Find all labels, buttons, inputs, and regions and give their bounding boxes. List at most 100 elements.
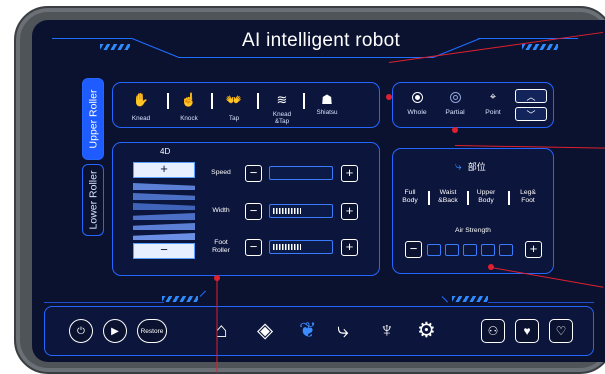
mode-tap-label: Tap [228,115,240,122]
robot-button[interactable]: ⚇ [481,319,505,343]
robot-icon: ⚇ [487,324,499,338]
mode-knead-tap-label: Knead &Tap [272,111,292,125]
speed-plus-button[interactable]: + [341,165,358,182]
knock-hand-icon: ☝ [180,92,198,107]
roller-4d-minus-button[interactable]: − [133,243,195,259]
air-strength-level-box [445,244,459,256]
air-strength-level-box [427,244,441,256]
nav-top-line-right [488,302,594,303]
bottom-navbar: ⏻ ▶ Restore ⌂ ◈ ❦ ⤷ ♆ ⚙ ⚇ ♥ ♡ [44,306,594,356]
heartbeat-button[interactable]: ♡ [549,319,573,343]
area-point[interactable]: ⌖ Point [471,91,515,117]
title-bar: AI intelligent robot [32,20,605,70]
crosshair-icon: ⌖ [489,91,497,103]
width-level-bar[interactable] [269,204,333,218]
body-part-divider [467,191,469,205]
area-whole-label: Whole [407,109,427,116]
play-icon: ▶ [111,325,119,337]
area-point-label: Point [485,109,501,116]
width-level-fill [273,208,301,214]
width-minus-button[interactable]: − [245,203,262,220]
callout-dot-area [452,127,458,133]
mode-knead-tap[interactable]: ≋ Knead &Tap [262,91,302,125]
air-strength-label: Air Strength [455,227,491,234]
air-strength-plus-button[interactable]: + [525,241,542,258]
roller-control-panel: 4D + − Speed − + Width − + Foot Roller −… [112,142,380,276]
restore-label: Restore [140,327,164,335]
mode-divider [257,93,259,109]
speed-minus-button[interactable]: − [245,165,262,182]
mode-knead-label: Knead [131,115,151,122]
heart-button[interactable]: ♥ [515,319,539,343]
air-strength-minus-button[interactable]: − [405,241,422,258]
play-button[interactable]: ▶ [103,319,127,343]
mode-knead[interactable]: ✋ Knead [121,91,161,122]
roller-4d-intensity-graphic [133,181,195,241]
mode-shiatsu[interactable]: ☗ Shiatsu [307,91,347,116]
body-part-divider [508,191,510,205]
gear-icon[interactable]: ⚙ [417,319,436,343]
foot-roller-level-bar[interactable] [269,240,333,254]
body-part-waist-back[interactable]: Waist &Back [433,189,463,205]
body-part-leg-foot[interactable]: Leg& Foot [515,189,541,205]
callout-line-roller [216,278,218,373]
body-stretch-icon: ⤷ [455,159,462,173]
callout-dot-modes [386,94,392,100]
air-strength-level-box [463,244,477,256]
restore-button[interactable]: Restore [137,319,167,343]
foot-roller-minus-button[interactable]: − [245,239,262,256]
shiatsu-icon: ☗ [321,92,333,107]
width-plus-button[interactable]: + [341,203,358,220]
area-up-button[interactable]: ︿ [515,89,547,103]
power-icon: ⏻ [77,325,85,337]
body-part-full-body[interactable]: Full Body [397,189,423,205]
body-part-header: ⤷ 部位 [455,159,486,174]
body-part-panel: ⤷ 部位 Full Body Waist &Back Upper Body Le… [392,148,554,274]
yoga-icon[interactable]: ♆ [379,319,395,343]
title-stripe-right [522,44,558,50]
mode-tap[interactable]: 👐 Tap [214,91,254,122]
heartbeat-icon: ♡ [555,324,567,338]
title-underline [178,57,433,58]
radio-selected-icon [411,92,423,103]
leaves-icon[interactable]: ❦ [299,319,317,343]
tab-lower-roller[interactable]: Lower Roller [82,164,104,236]
air-strength-level-box [481,244,495,256]
tap-hands-icon: 👐 [225,92,243,107]
area-down-button[interactable]: ﹀ [515,107,547,121]
speed-level-bar[interactable] [269,166,333,180]
mode-knock[interactable]: ☝ Knock [169,91,209,122]
knead-hand-icon: ✋ [132,92,150,107]
mode-divider [211,93,213,109]
body-part-upper-body[interactable]: Upper Body [473,189,499,205]
mode-panel: ✋ Knead ☝ Knock 👐 Tap ≋ Knead &Tap ☗ Shi… [112,82,380,128]
target-icon [449,92,461,103]
power-button[interactable]: ⏻ [69,319,93,343]
mode-shiatsu-label: Shiatsu [316,109,338,116]
speed-label: Speed [211,169,231,176]
nav-top-line-left [44,302,164,303]
tab-upper-roller[interactable]: Upper Roller [82,78,104,160]
nav-slant-left [199,290,207,297]
app-screen: AI intelligent robot Upper Roller Lower … [32,20,605,362]
diamond-icon[interactable]: ◈ [257,319,273,343]
nav-slant-right [441,296,449,303]
callout-dot-roller [214,275,220,281]
page-title: AI intelligent robot [242,30,401,51]
mode-knock-label: Knock [180,115,198,122]
area-panel: Whole Partial ⌖ Point ︿ ﹀ [392,82,554,128]
body-part-title: 部位 [467,162,486,172]
roller-4d-label: 4D [160,147,171,156]
title-stripe-left [100,44,130,50]
heart-icon: ♥ [523,324,531,338]
tab-upper-roller-label: Upper Roller [87,89,100,149]
air-strength-level-box [499,244,513,256]
roller-4d-plus-button[interactable]: + [133,162,195,178]
callout-dot-air [488,264,494,270]
tab-lower-roller-label: Lower Roller [87,170,100,230]
body-part-divider [428,191,430,205]
mode-divider [303,93,305,109]
stretch-icon[interactable]: ⤷ [337,319,349,343]
title-line-left [52,38,132,39]
foot-roller-plus-button[interactable]: + [341,239,358,256]
